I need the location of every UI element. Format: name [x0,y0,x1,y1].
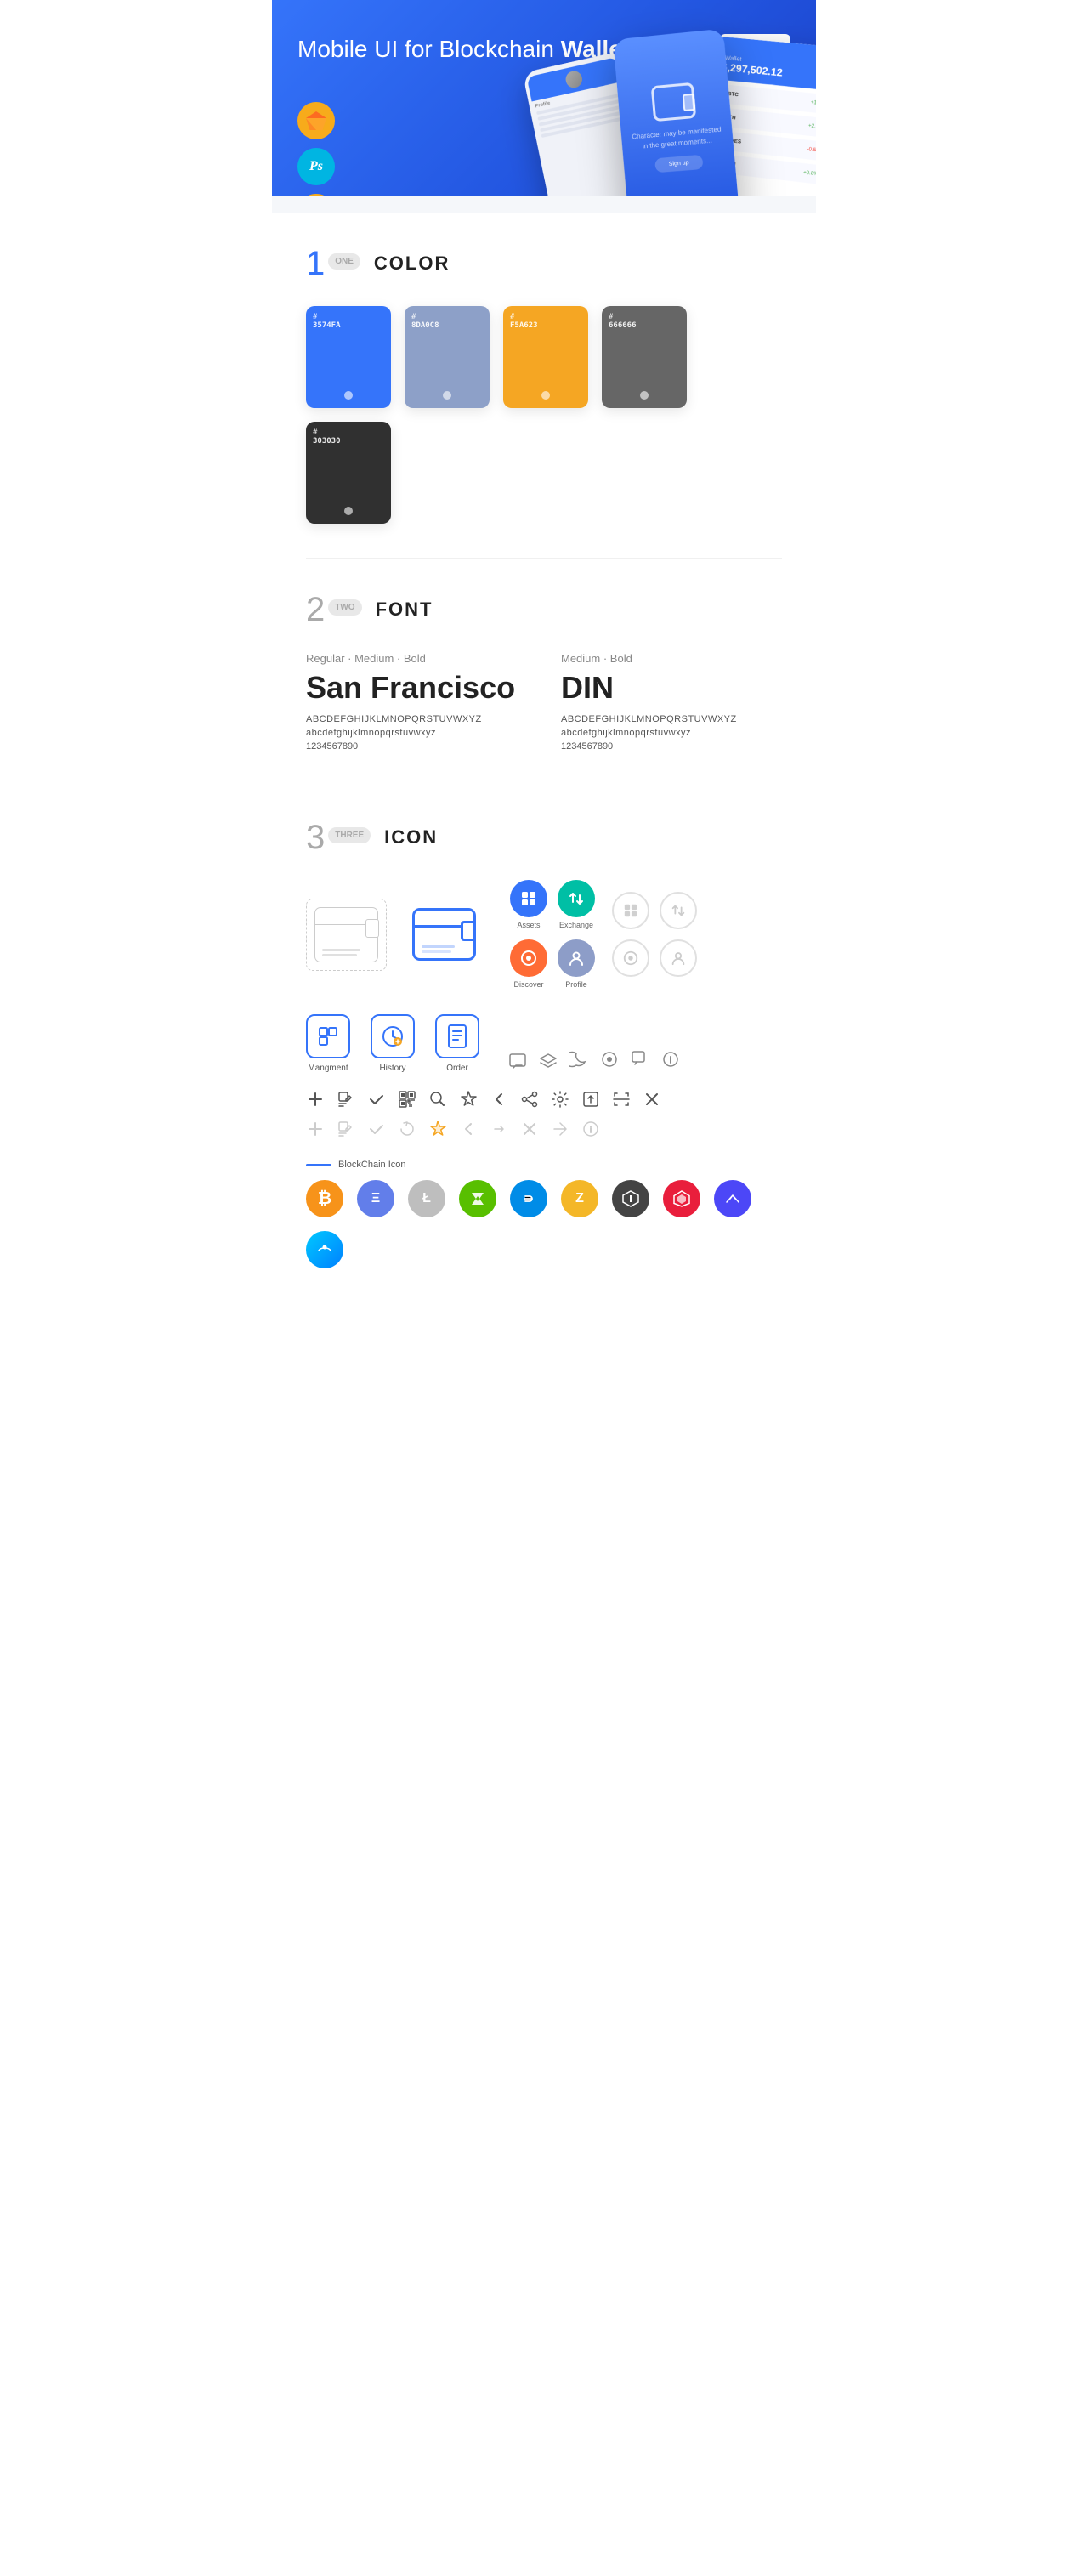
icon-scan [612,1090,631,1113]
swatch-blue: # 3574FA [306,306,391,408]
ghost-discover [612,939,649,977]
swatch-dot [344,391,353,400]
icon-main-row: Assets Exchange Discover Profile [306,880,782,989]
font-din: Medium · Bold DIN ABCDEFGHIJKLMNOPQRSTUV… [561,652,782,752]
font-grid: Regular · Medium · Bold San Francisco AB… [306,652,782,752]
mgmt-row: Mangment History Order [306,1014,782,1073]
ghost-list-edit [337,1120,355,1143]
icon-layers [539,1053,558,1071]
swatch-gray: # 666666 [602,306,687,408]
phone-center: Character may be manifested in the great… [613,29,740,196]
swatch-orange: # F5A623 [503,306,588,408]
mgmt-icon-order: Order [435,1014,479,1073]
icon-share [520,1090,539,1113]
app-icon-profile: Profile [558,939,595,989]
color-section: 1 ONE COLOR # 3574FA # 8DA0C8 # F5A623 #… [272,213,816,558]
icon-qr [398,1090,416,1113]
app-icons-active: Assets Exchange Discover Profile [510,880,595,989]
icon-check [367,1090,386,1113]
section-number-font: 2 TWO [306,593,362,627]
crypto-coins-row: ₿ Ξ Ł Z [306,1180,782,1268]
app-icon-discover: Discover [510,939,547,989]
coin-zcash: Z [561,1180,598,1217]
section-header-icon: 3 THREE ICON [306,820,782,854]
icon-settings [551,1090,570,1113]
swatch-dark: # 303030 [306,422,391,524]
mgmt-icon-history: History [371,1014,415,1073]
icon-section: 3 THREE ICON [272,786,816,1302]
icon-moon [570,1050,588,1073]
screens-badge: 60+Screens [298,194,335,196]
ghost-info [581,1120,600,1143]
section-header-color: 1 ONE COLOR [306,247,782,281]
icon-info [661,1050,680,1073]
icon-plus [306,1090,325,1113]
icon-wireframe [306,899,387,971]
coin-iota [612,1180,649,1217]
swatch-grayblue: # 8DA0C8 [405,306,490,408]
utility-icons-row2-ghost [306,1120,782,1143]
coin-ark [663,1180,700,1217]
ghost-check [367,1120,386,1143]
ghost-profile [660,939,697,977]
icon-close [643,1090,661,1113]
icon-list-edit [337,1090,355,1113]
utility-icons-row1 [306,1090,782,1113]
swatch-dot [640,391,649,400]
app-icon-assets: Assets [510,880,547,929]
ps-badge: Ps [298,148,335,185]
hero-section: UI Kit Mobile UI for Blockchain Wallet P… [272,0,816,196]
ghost-chevron-left [459,1120,478,1143]
section-number-color: 1 ONE [306,247,360,281]
color-swatches: # 3574FA # 8DA0C8 # F5A623 # 666666 # 30… [306,306,782,524]
icon-upload [581,1090,600,1113]
app-icons-ghost [612,892,697,977]
coin-btc: ₿ [306,1180,343,1217]
app-icon-exchange: Exchange [558,880,595,929]
sketch-badge [298,102,335,139]
coin-neo [459,1180,496,1217]
ghost-arrows [490,1120,508,1143]
icon-chevron-left [490,1090,508,1113]
icon-colored-wallet [404,899,484,971]
section-header-font: 2 TWO FONT [306,593,782,627]
icon-search [428,1090,447,1113]
ghost-refresh [398,1120,416,1143]
ghost-assets [612,892,649,929]
coin-ltc: Ł [408,1180,445,1217]
ghost-arrow-right [551,1120,570,1143]
mgmt-icon-mangment: Mangment [306,1014,350,1073]
icon-circle-dot [600,1050,619,1073]
coin-poly [714,1180,751,1217]
ghost-x [520,1120,539,1143]
swatch-dot [541,391,550,400]
section-number-icon: 3 THREE [306,820,371,854]
font-section: 2 TWO FONT Regular · Medium · Bold San F… [272,559,816,786]
icon-speech [631,1050,649,1073]
blockchain-label-row: BlockChain Icon [306,1160,782,1170]
font-sf: Regular · Medium · Bold San Francisco AB… [306,652,527,752]
coin-dash [510,1180,547,1217]
coin-eth: Ξ [357,1180,394,1217]
icon-chat [508,1053,527,1071]
hero-bottom-fade [272,196,816,213]
blockchain-line [306,1164,332,1166]
ghost-plus [306,1120,325,1143]
icon-star [459,1090,478,1113]
hero-badges: Ps 60+Screens [298,102,335,196]
swatch-dot [443,391,451,400]
swatch-dot [344,507,353,515]
ghost-star [428,1120,447,1143]
ghost-exchange [660,892,697,929]
coin-sky [306,1231,343,1268]
other-icons-row [508,1050,680,1073]
